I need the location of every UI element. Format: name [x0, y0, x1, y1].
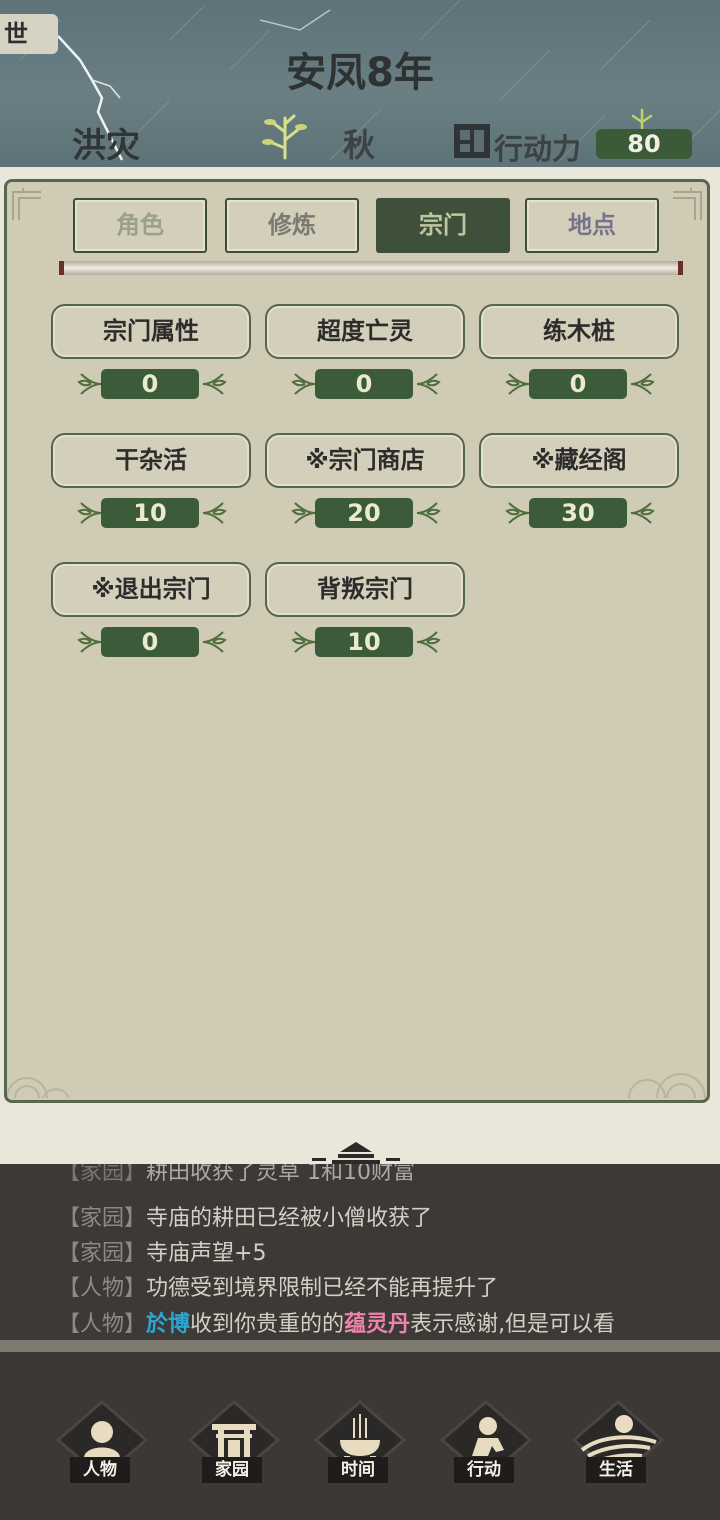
- scroll-divider: [59, 261, 683, 275]
- tab-character[interactable]: 角色: [73, 198, 207, 253]
- nav-life[interactable]: 生活: [570, 1400, 666, 1488]
- log-entry: 【人物】功德受到境界限制已经不能再提升了: [58, 1276, 499, 1301]
- leaf-left-icon: [291, 631, 316, 653]
- season-label: 秋: [343, 126, 376, 164]
- log-entry: 【人物】於博收到你贵重的的蕴灵丹表示感谢,但是可以看: [58, 1312, 616, 1337]
- bamboo-icon: [262, 114, 307, 160]
- tab-sect[interactable]: 宗门: [376, 198, 510, 253]
- log-entry: 【家园】寺庙的耕田已经被小僧收获了: [58, 1206, 433, 1231]
- nav-action[interactable]: 行动: [438, 1400, 534, 1488]
- leaf-right-icon: [630, 373, 655, 395]
- action-sect-attributes: 宗门属性 0: [51, 304, 251, 400]
- scripture-library-button[interactable]: ※藏经阁: [479, 433, 679, 488]
- nav-time[interactable]: 时间: [312, 1400, 408, 1488]
- action-points-icon: [454, 124, 490, 158]
- action-cost: 10: [265, 626, 465, 658]
- nav-home[interactable]: 家园: [186, 1400, 282, 1488]
- leaf-left-icon: [291, 373, 316, 395]
- log-divider: [0, 1340, 720, 1352]
- leaf-right-icon: [416, 502, 441, 524]
- leaf-right-icon: [202, 631, 227, 653]
- year-title: 安凤8年: [286, 50, 434, 96]
- leaf-right-icon: [202, 502, 227, 524]
- action-points-label: 行动力: [494, 132, 582, 166]
- action-scripture-library: ※藏经阁 30: [479, 433, 679, 529]
- log-entry: 【家园】寺庙声望+5: [58, 1241, 267, 1266]
- expand-log-icon[interactable]: [310, 1138, 402, 1164]
- top-status-bar: 世 安凤8年 洪灾 秋 行动力 80: [0, 0, 720, 167]
- bottom-nav: 人物 家园 时间 行动 生活: [0, 1352, 720, 1520]
- item-name: 蕴灵丹: [344, 1312, 411, 1337]
- action-cost: 0: [51, 626, 251, 658]
- sect-shop-button[interactable]: ※宗门商店: [265, 433, 465, 488]
- chores-button[interactable]: 干杂活: [51, 433, 251, 488]
- leaf-right-icon: [416, 631, 441, 653]
- action-cost: 10: [51, 497, 251, 529]
- sect-attributes-button[interactable]: 宗门属性: [51, 304, 251, 359]
- action-leave-sect: ※退出宗门 0: [51, 562, 251, 658]
- corner-ornament-icon: [673, 188, 702, 220]
- log-entry: 【家园】耕田收获了灵草 1和10财富: [58, 1164, 416, 1185]
- leaf-right-icon: [630, 502, 655, 524]
- nav-character[interactable]: 人物: [54, 1400, 150, 1488]
- character-name: 於博: [146, 1312, 191, 1337]
- action-wooden-dummy: 练木桩 0: [479, 304, 679, 400]
- action-points-value: 80: [596, 129, 692, 159]
- leaf-left-icon: [77, 502, 102, 524]
- leaf-left-icon: [505, 502, 530, 524]
- action-betray-sect: 背叛宗门 10: [265, 562, 465, 658]
- sprout-icon: [631, 108, 653, 130]
- leaf-left-icon: [505, 373, 530, 395]
- corner-ornament-icon: [12, 188, 41, 220]
- leaf-right-icon: [202, 373, 227, 395]
- tab-location[interactable]: 地点: [525, 198, 659, 253]
- action-cost: 0: [479, 368, 679, 400]
- tab-bar: 角色 修炼 宗门 地点: [73, 198, 663, 256]
- leaf-left-icon: [77, 631, 102, 653]
- action-release-spirits: 超度亡灵 0: [265, 304, 465, 400]
- disaster-status: 洪灾: [72, 126, 140, 166]
- tab-cultivation[interactable]: 修炼: [225, 198, 359, 253]
- action-sect-shop: ※宗门商店 20: [265, 433, 465, 529]
- betray-sect-button[interactable]: 背叛宗门: [265, 562, 465, 617]
- cloud-ornament-icon: [7, 1077, 70, 1099]
- leaf-right-icon: [416, 373, 441, 395]
- action-cost: 30: [479, 497, 679, 529]
- action-cost: 0: [51, 368, 251, 400]
- action-cost: 0: [265, 368, 465, 400]
- sect-panel: 角色 修炼 宗门 地点 宗门属性 0 超度亡灵 0 练木桩 0 干杂活 10 ※…: [4, 179, 710, 1103]
- event-log[interactable]: 【家园】耕田收获了灵草 1和10财富 【家园】寺庙的耕田已经被小僧收获了 【家园…: [0, 1164, 720, 1340]
- wooden-dummy-button[interactable]: 练木桩: [479, 304, 679, 359]
- leave-sect-button[interactable]: ※退出宗门: [51, 562, 251, 617]
- action-chores: 干杂活 10: [51, 433, 251, 529]
- leaf-left-icon: [77, 373, 102, 395]
- action-cost: 20: [265, 497, 465, 529]
- cloud-ornament-icon: [628, 1073, 706, 1099]
- release-spirits-button[interactable]: 超度亡灵: [265, 304, 465, 359]
- leaf-left-icon: [291, 502, 316, 524]
